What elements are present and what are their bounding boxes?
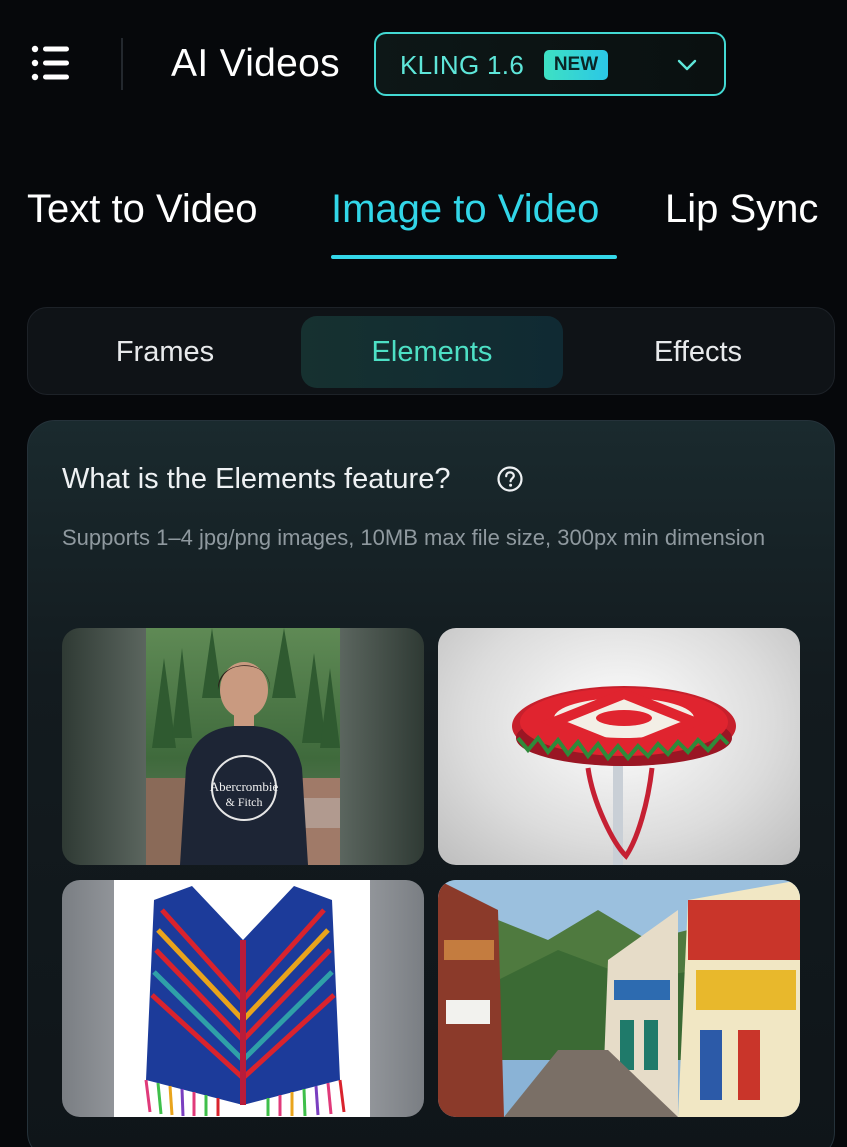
- tab-text-to-video[interactable]: Text to Video: [27, 184, 258, 234]
- shirt-logo-text-2: & Fitch: [225, 795, 262, 809]
- tab-lip-sync[interactable]: Lip Sync: [665, 184, 818, 234]
- mode-tabs: Text to Video Image to Video Lip Sync: [0, 170, 847, 265]
- active-tab-indicator: [331, 255, 617, 259]
- tab-image-to-video[interactable]: Image to Video: [331, 184, 599, 234]
- sample-image-street[interactable]: [438, 880, 800, 1117]
- elements-info-card: What is the Elements feature? Supports 1…: [27, 420, 835, 1147]
- help-icon[interactable]: [496, 465, 524, 493]
- header-divider: [121, 38, 123, 90]
- sample-image-poncho[interactable]: [62, 880, 424, 1117]
- segment-frames[interactable]: Frames: [34, 316, 296, 388]
- page-title: AI Videos: [171, 42, 340, 85]
- segmented-control: Frames Elements Effects: [27, 307, 835, 395]
- shirt-logo-text-1: Abercrombie: [210, 779, 279, 794]
- new-badge: NEW: [544, 50, 608, 80]
- chevron-down-icon: [676, 54, 698, 76]
- segment-effects[interactable]: Effects: [567, 316, 829, 388]
- segment-elements[interactable]: Elements: [301, 316, 563, 388]
- sample-image-portrait[interactable]: Abercrombie & Fitch: [62, 628, 424, 865]
- feature-title: What is the Elements feature?: [62, 463, 451, 495]
- model-selector[interactable]: KLING 1.6 NEW: [374, 32, 726, 96]
- model-name: KLING 1.6: [400, 50, 525, 80]
- sample-image-hat[interactable]: [438, 628, 800, 865]
- menu-icon[interactable]: [30, 44, 72, 84]
- feature-description: Supports 1–4 jpg/png images, 10MB max fi…: [62, 525, 766, 550]
- app-header: AI Videos KLING 1.6 NEW: [0, 0, 847, 128]
